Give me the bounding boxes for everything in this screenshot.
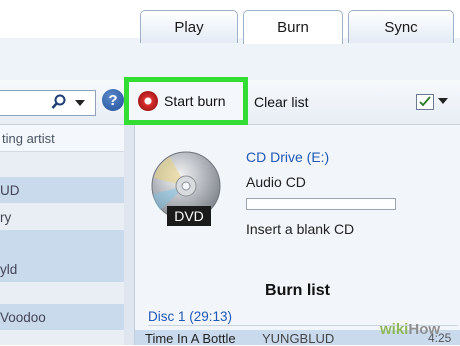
list-item[interactable] <box>0 230 124 256</box>
list-item[interactable]: yld <box>0 256 124 282</box>
list-item[interactable]: Voodoo <box>0 304 124 330</box>
tab-sync[interactable]: Sync <box>348 10 454 43</box>
insert-disc-message: Insert a blank CD <box>246 221 355 237</box>
help-button[interactable]: ? <box>102 89 124 111</box>
search-input[interactable] <box>0 90 96 116</box>
watermark-part2: How <box>408 321 441 338</box>
disc-header[interactable]: Disc 1 (29:13) <box>148 309 232 324</box>
list-item[interactable]: ry <box>0 204 124 230</box>
burn-options-icon[interactable] <box>416 94 434 110</box>
clear-list-button[interactable]: Clear list <box>254 94 308 110</box>
start-burn-button[interactable]: Start burn <box>138 88 225 114</box>
track-artist: YUNGBLUD <box>262 331 335 346</box>
search-icon[interactable] <box>51 94 67 110</box>
track-name: Time In A Bottle <box>145 331 236 346</box>
disc-type-label: Audio CD <box>246 174 306 190</box>
watermark: wikiHow <box>380 321 440 338</box>
burn-icon <box>138 91 158 111</box>
chevron-down-icon[interactable] <box>75 100 85 106</box>
start-burn-label: Start burn <box>164 93 226 109</box>
list-item[interactable]: UD <box>0 177 124 203</box>
column-header[interactable]: ting artist <box>0 125 126 152</box>
tab-burn[interactable]: Burn <box>243 10 343 44</box>
chevron-down-icon[interactable] <box>438 98 448 104</box>
scrollbar[interactable] <box>124 125 134 345</box>
burn-list-title: Burn list <box>265 282 330 299</box>
drive-name-link[interactable]: CD Drive (E:) <box>246 149 329 165</box>
capacity-bar <box>246 198 396 210</box>
dvd-badge: DVD <box>167 206 211 226</box>
tab-play[interactable]: Play <box>140 10 238 43</box>
watermark-part1: wiki <box>380 321 409 338</box>
tab-bar <box>0 38 460 81</box>
